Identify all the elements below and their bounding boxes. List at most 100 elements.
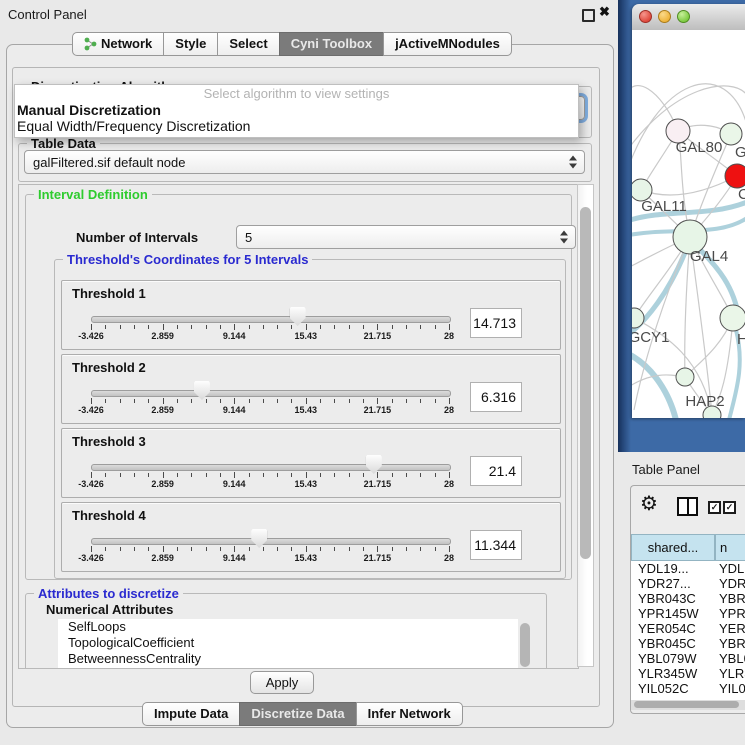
- tick-mark: [134, 547, 135, 551]
- table-cell-shared-name: YBR043C: [631, 591, 715, 606]
- network-node[interactable]: [720, 305, 745, 331]
- tick-mark: [406, 473, 407, 477]
- table-header-shared[interactable]: shared...: [631, 534, 715, 561]
- algorithm-popup-placeholder: Select algorithm to view settings: [15, 85, 578, 102]
- network-node[interactable]: [676, 368, 694, 386]
- checkbox-icon[interactable]: ✓: [723, 501, 736, 514]
- threshold-slider-thumb[interactable]: [366, 455, 382, 474]
- settings-scrollbar[interactable]: [577, 184, 594, 667]
- tab-style[interactable]: Style: [163, 32, 218, 56]
- attributes-list-scrollbar[interactable]: [520, 623, 530, 667]
- algorithm-option-equal-width-frequency-discretization[interactable]: Equal Width/Frequency Discretization: [15, 118, 578, 134]
- tick-mark: [191, 547, 192, 551]
- table-header-row: shared...n: [631, 534, 745, 561]
- table-row[interactable]: YLR345WYLR3: [631, 666, 745, 681]
- tick-mark: [120, 325, 121, 329]
- tick-label: 2.859: [151, 331, 174, 341]
- table-row[interactable]: YBR043CYBR0: [631, 591, 745, 606]
- table-cell-name: YDR2: [715, 576, 745, 591]
- threshold-value-field[interactable]: 14.713: [470, 308, 522, 338]
- threshold-slider-track[interactable]: [91, 390, 451, 397]
- tick-mark: [134, 473, 135, 477]
- tab-infer-network[interactable]: Infer Network: [356, 702, 463, 726]
- tab-cyni-toolbox[interactable]: Cyni Toolbox: [279, 32, 384, 56]
- tick-mark: [134, 325, 135, 329]
- threshold-slider-track[interactable]: [91, 538, 451, 545]
- tick-label: 28: [444, 405, 454, 415]
- table-row[interactable]: YBR045CYBR0: [631, 636, 745, 651]
- threshold-label: Threshold 1: [72, 286, 146, 301]
- tick-mark: [392, 473, 393, 477]
- table-data-combo[interactable]: galFiltered.sif default node: [24, 150, 585, 174]
- table-cell-name: YBR0: [715, 591, 745, 606]
- table-header-n[interactable]: n: [715, 534, 745, 561]
- table-cell-shared-name: YDL19...: [631, 561, 715, 576]
- tab-network[interactable]: Network: [72, 32, 164, 56]
- zoom-traffic-light-icon[interactable]: [677, 10, 690, 23]
- tab-discretize-data-label: Discretize Data: [251, 703, 344, 725]
- tick-mark: [277, 399, 278, 403]
- float-window-icon[interactable]: [582, 9, 595, 22]
- gear-icon[interactable]: ⚙: [640, 494, 658, 514]
- tick-mark: [234, 546, 235, 552]
- table-data-group-title: Table Data: [27, 136, 100, 151]
- number-of-intervals-combo[interactable]: 5: [236, 225, 576, 249]
- close-icon[interactable]: ✖: [599, 4, 610, 20]
- split-columns-icon[interactable]: [677, 497, 698, 516]
- network-node[interactable]: [725, 164, 745, 188]
- tick-mark: [249, 473, 250, 477]
- table-row[interactable]: YIL052CYIL0: [631, 681, 745, 696]
- checkbox-icon[interactable]: ✓: [708, 501, 721, 514]
- settings-scrollbar-thumb[interactable]: [580, 207, 591, 559]
- tab-jactivemnodules[interactable]: jActiveMNodules: [383, 32, 512, 56]
- numerical-attributes-heading: Numerical Attributes: [46, 602, 173, 617]
- tick-mark: [291, 473, 292, 477]
- tick-mark: [449, 546, 450, 552]
- network-canvas[interactable]: GAL80G.CGAL11GAL4GCY1HHAP2: [632, 30, 745, 418]
- tick-mark: [306, 398, 307, 404]
- tick-mark: [306, 472, 307, 478]
- algorithm-option-manual-discretization[interactable]: Manual Discretization: [15, 102, 578, 118]
- tick-mark: [191, 399, 192, 403]
- tick-mark: [320, 325, 321, 329]
- tab-select[interactable]: Select: [217, 32, 279, 56]
- tick-mark: [363, 325, 364, 329]
- threshold-slider-track[interactable]: [91, 464, 451, 471]
- close-traffic-light-icon[interactable]: [639, 10, 652, 23]
- attribute-item-topologicalcoefficient[interactable]: TopologicalCoefficient: [58, 635, 518, 651]
- threshold-slider-thumb[interactable]: [251, 529, 267, 548]
- threshold-slider-track[interactable]: [91, 316, 451, 323]
- attributes-group: Attributes to discretize Numerical Attri…: [25, 593, 547, 669]
- threshold-value-field[interactable]: 6.316: [470, 382, 522, 412]
- table-row[interactable]: YDL19...YDL1: [631, 561, 745, 576]
- table-horizontal-scrollbar-thumb[interactable]: [634, 701, 739, 708]
- table-row[interactable]: YER054CYER0: [631, 621, 745, 636]
- tab-impute-data[interactable]: Impute Data: [142, 702, 240, 726]
- table-row[interactable]: YDR27...YDR2: [631, 576, 745, 591]
- tick-mark: [234, 472, 235, 478]
- tick-label: 21.715: [364, 331, 392, 341]
- tick-mark: [163, 398, 164, 404]
- threshold-slider-thumb[interactable]: [290, 307, 306, 326]
- threshold-value-field[interactable]: 21.4: [470, 456, 522, 486]
- threshold-slider-thumb[interactable]: [194, 381, 210, 400]
- tick-mark: [91, 472, 92, 478]
- threshold-value-field[interactable]: 11.344: [470, 530, 522, 560]
- tick-mark: [177, 325, 178, 329]
- tick-mark: [334, 325, 335, 329]
- minimize-traffic-light-icon[interactable]: [658, 10, 671, 23]
- attribute-item-selfloops[interactable]: SelfLoops: [58, 619, 518, 635]
- network-node[interactable]: [720, 123, 742, 145]
- tick-mark: [334, 399, 335, 403]
- table-row[interactable]: YBL079WYBL0: [631, 651, 745, 666]
- tick-label: 28: [444, 331, 454, 341]
- tick-mark: [449, 324, 450, 330]
- apply-button[interactable]: Apply: [250, 671, 314, 694]
- network-node-label: GAL4: [690, 248, 728, 265]
- table-horizontal-scrollbar[interactable]: [631, 700, 745, 710]
- table-row[interactable]: YPR145WYPR1: [631, 606, 745, 621]
- tick-mark: [392, 325, 393, 329]
- tab-infer-network-label: Infer Network: [368, 703, 451, 725]
- tab-discretize-data[interactable]: Discretize Data: [239, 702, 356, 726]
- attribute-item-betweennesscentrality[interactable]: BetweennessCentrality: [58, 651, 518, 667]
